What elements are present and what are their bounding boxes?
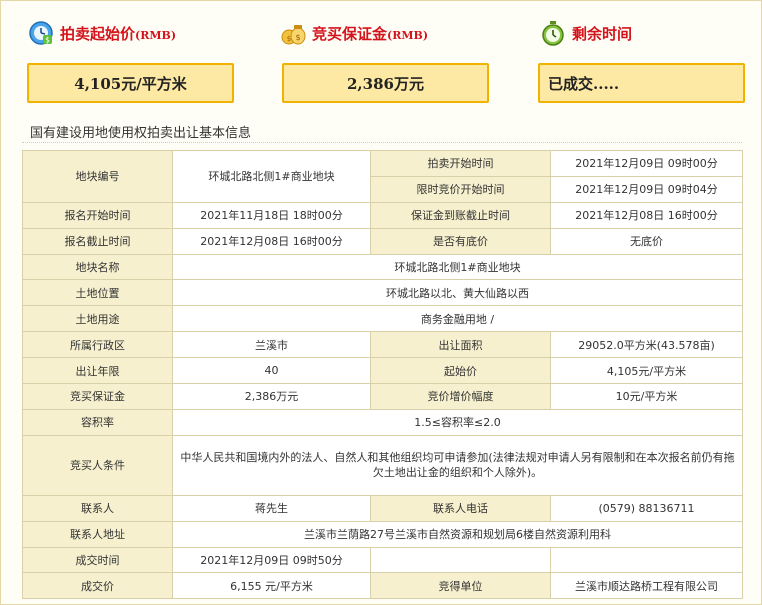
stopwatch-icon [540, 20, 566, 46]
remaining-time-header: 剩余时间 [540, 18, 632, 48]
district-label: 所属行政区 [22, 331, 173, 359]
remaining-time-label: 剩余时间 [572, 24, 633, 43]
phone-label: 联系人电话 [370, 494, 551, 522]
timed-bid-start-label: 限时竞价开始时间 [370, 175, 551, 203]
increment-label: 竞价增价幅度 [370, 383, 551, 410]
remaining-time-value: 已成交..... [538, 63, 745, 103]
table-row: 报名开始时间 2021年11月18日 18时00分 保证金到账截止时间 2021… [22, 201, 743, 229]
contact-label: 联系人 [22, 494, 173, 522]
svg-text:$: $ [45, 36, 50, 45]
address-label: 联系人地址 [22, 520, 173, 548]
deposit-row-label: 竞买保证金 [22, 383, 173, 410]
svg-text:$: $ [295, 33, 300, 42]
reg-start-label: 报名开始时间 [22, 201, 173, 229]
winner-label: 竞得单位 [370, 572, 551, 600]
usage-label: 土地用途 [22, 305, 173, 333]
table-row: 出让年限 40 起始价 4,105元/平方米 [22, 357, 743, 385]
term-label: 出让年限 [22, 357, 173, 385]
contact-value: 蒋先生 [172, 494, 371, 522]
location-value: 环城北路以北、黄大仙路以西 [172, 279, 743, 307]
money-bags-icon: $ $ [280, 20, 306, 46]
conditions-label: 竞买人条件 [22, 434, 173, 496]
deposit-unit: (RMB) [387, 28, 429, 42]
reserve-value: 无底价 [550, 227, 743, 255]
deposit-label: 竞买保证金 [312, 24, 388, 43]
clock-badge-icon: $ [28, 20, 54, 46]
far-value: 1.5≤容积率≤2.0 [172, 408, 743, 436]
deposit-deadline-value: 2021年12月08日 16时00分 [550, 201, 743, 229]
deal-time-label: 成交时间 [22, 546, 173, 574]
empty-cell [370, 546, 551, 574]
reg-end-label: 报名截止时间 [22, 227, 173, 255]
table-row: 地块编号 环城北路北侧1#商业地块 拍卖开始时间 2021年12月09日 09时… [22, 150, 743, 203]
address-value: 兰溪市兰荫路27号兰溪市自然资源和规划局6楼自然资源利用科 [172, 520, 743, 548]
deposit-row-value: 2,386万元 [172, 383, 371, 410]
location-label: 土地位置 [22, 279, 173, 307]
deposit-value: 2,386万元 [282, 63, 489, 103]
reg-start-value: 2021年11月18日 18时00分 [172, 201, 371, 229]
deposit-deadline-label: 保证金到账截止时间 [370, 201, 551, 229]
start-price-row-value: 4,105元/平方米 [550, 357, 743, 385]
table-row: 成交时间 2021年12月09日 09时50分 [22, 546, 743, 574]
far-label: 容积率 [22, 408, 173, 436]
reserve-label: 是否有底价 [370, 227, 551, 255]
table-row: 报名截止时间 2021年12月08日 16时00分 是否有底价 无底价 [22, 227, 743, 255]
plot-no-value: 环城北路北侧1#商业地块 [172, 150, 371, 203]
table-row: 所属行政区 兰溪市 出让面积 29052.0平方米(43.578亩) [22, 331, 743, 359]
conditions-value: 中华人民共和国境内外的法人、自然人和其他组织均可申请参加(法律法规对申请人另有限… [172, 434, 743, 496]
auction-start-label: 拍卖开始时间 [370, 150, 551, 177]
district-value: 兰溪市 [172, 331, 371, 359]
phone-value: (0579) 88136711 [550, 494, 743, 522]
deposit-header: $ $ 竞买保证金(RMB) [280, 18, 428, 48]
deal-price-label: 成交价 [22, 572, 173, 600]
plot-name-label: 地块名称 [22, 253, 173, 281]
table-row: 土地用途 商务金融用地 / [22, 305, 743, 333]
plot-name-value: 环城北路北侧1#商业地块 [172, 253, 743, 281]
table-row: 成交价 6,155 元/平方米 竞得单位 兰溪市顺达路桥工程有限公司 [22, 572, 743, 600]
deal-time-value: 2021年12月09日 09时50分 [172, 546, 371, 574]
start-price-value: 4,105元/平方米 [27, 63, 234, 103]
increment-value: 10元/平方米 [550, 383, 743, 410]
timed-bid-start-value: 2021年12月09日 09时04分 [550, 175, 743, 203]
winner-value: 兰溪市顺达路桥工程有限公司 [550, 572, 743, 600]
svg-text:$: $ [287, 35, 291, 43]
start-price-header: $ 拍卖起始价(RMB) [28, 18, 176, 48]
start-price-label: 拍卖起始价 [60, 24, 136, 43]
area-value: 29052.0平方米(43.578亩) [550, 331, 743, 359]
section-divider [22, 142, 742, 143]
start-price-unit: (RMB) [135, 28, 177, 42]
usage-value: 商务金融用地 / [172, 305, 743, 333]
table-row: 竞买保证金 2,386万元 竞价增价幅度 10元/平方米 [22, 383, 743, 410]
table-row: 竞买人条件 中华人民共和国境内外的法人、自然人和其他组织均可申请参加(法律法规对… [22, 434, 743, 496]
auction-start-value: 2021年12月09日 09时00分 [550, 150, 743, 177]
start-price-row-label: 起始价 [370, 357, 551, 385]
section-title: 国有建设用地使用权拍卖出让基本信息 [30, 126, 252, 141]
area-label: 出让面积 [370, 331, 551, 359]
land-info-table: 地块编号 环城北路北侧1#商业地块 拍卖开始时间 2021年12月09日 09时… [22, 150, 743, 600]
table-row: 联系人 蒋先生 联系人电话 (0579) 88136711 [22, 494, 743, 522]
table-row: 土地位置 环城北路以北、黄大仙路以西 [22, 279, 743, 307]
term-value: 40 [172, 357, 371, 385]
deal-price-value: 6,155 元/平方米 [172, 572, 371, 600]
table-row: 联系人地址 兰溪市兰荫路27号兰溪市自然资源和规划局6楼自然资源利用科 [22, 520, 743, 548]
table-row: 容积率 1.5≤容积率≤2.0 [22, 408, 743, 436]
table-row: 地块名称 环城北路北侧1#商业地块 [22, 253, 743, 281]
empty-cell [550, 546, 743, 574]
auction-summary: $ 拍卖起始价(RMB) $ $ 竞买保证金(RMB) 剩余时间 4,105元/… [0, 0, 762, 110]
reg-end-value: 2021年12月08日 16时00分 [172, 227, 371, 255]
plot-no-label: 地块编号 [22, 150, 173, 203]
